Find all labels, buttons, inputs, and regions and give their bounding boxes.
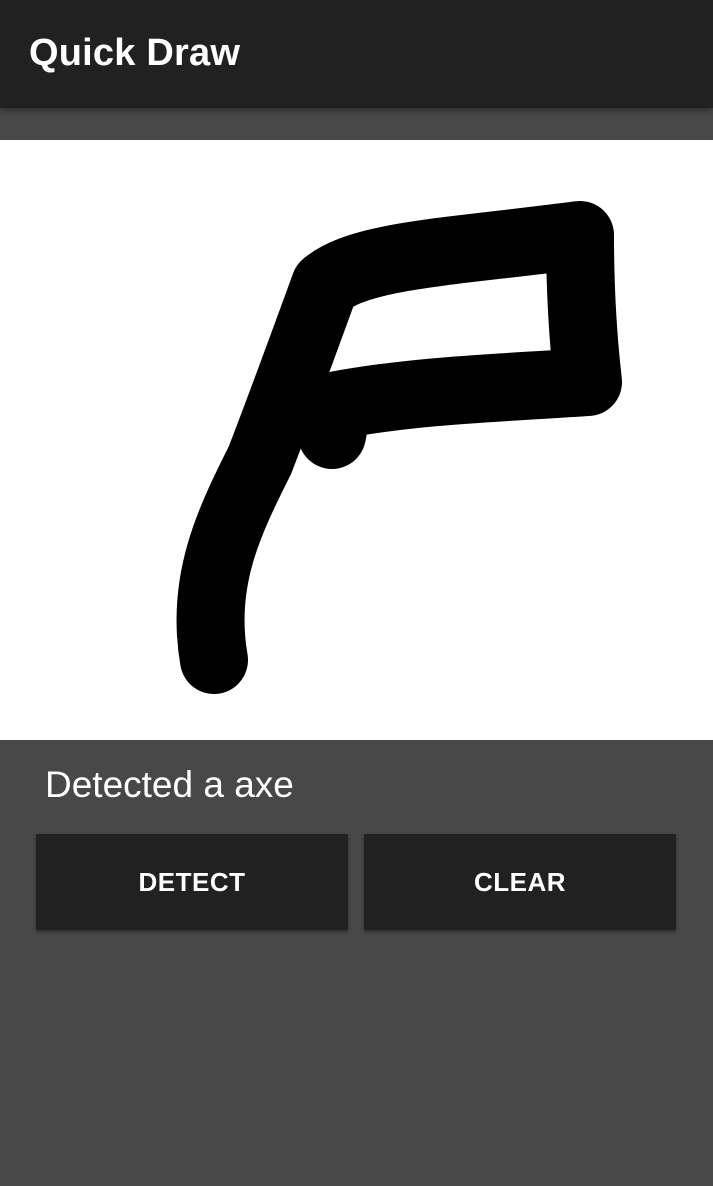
app-title: Quick Draw [29, 32, 241, 74]
app-bar: Quick Draw [0, 0, 713, 108]
drawn-stroke [176, 201, 622, 694]
clear-button[interactable]: CLEAR [364, 834, 676, 930]
detection-result: Detected a axe [45, 764, 294, 805]
drawing-surface[interactable] [0, 140, 713, 740]
drawing-canvas[interactable] [0, 140, 713, 740]
detect-button[interactable]: DETECT [36, 834, 348, 930]
